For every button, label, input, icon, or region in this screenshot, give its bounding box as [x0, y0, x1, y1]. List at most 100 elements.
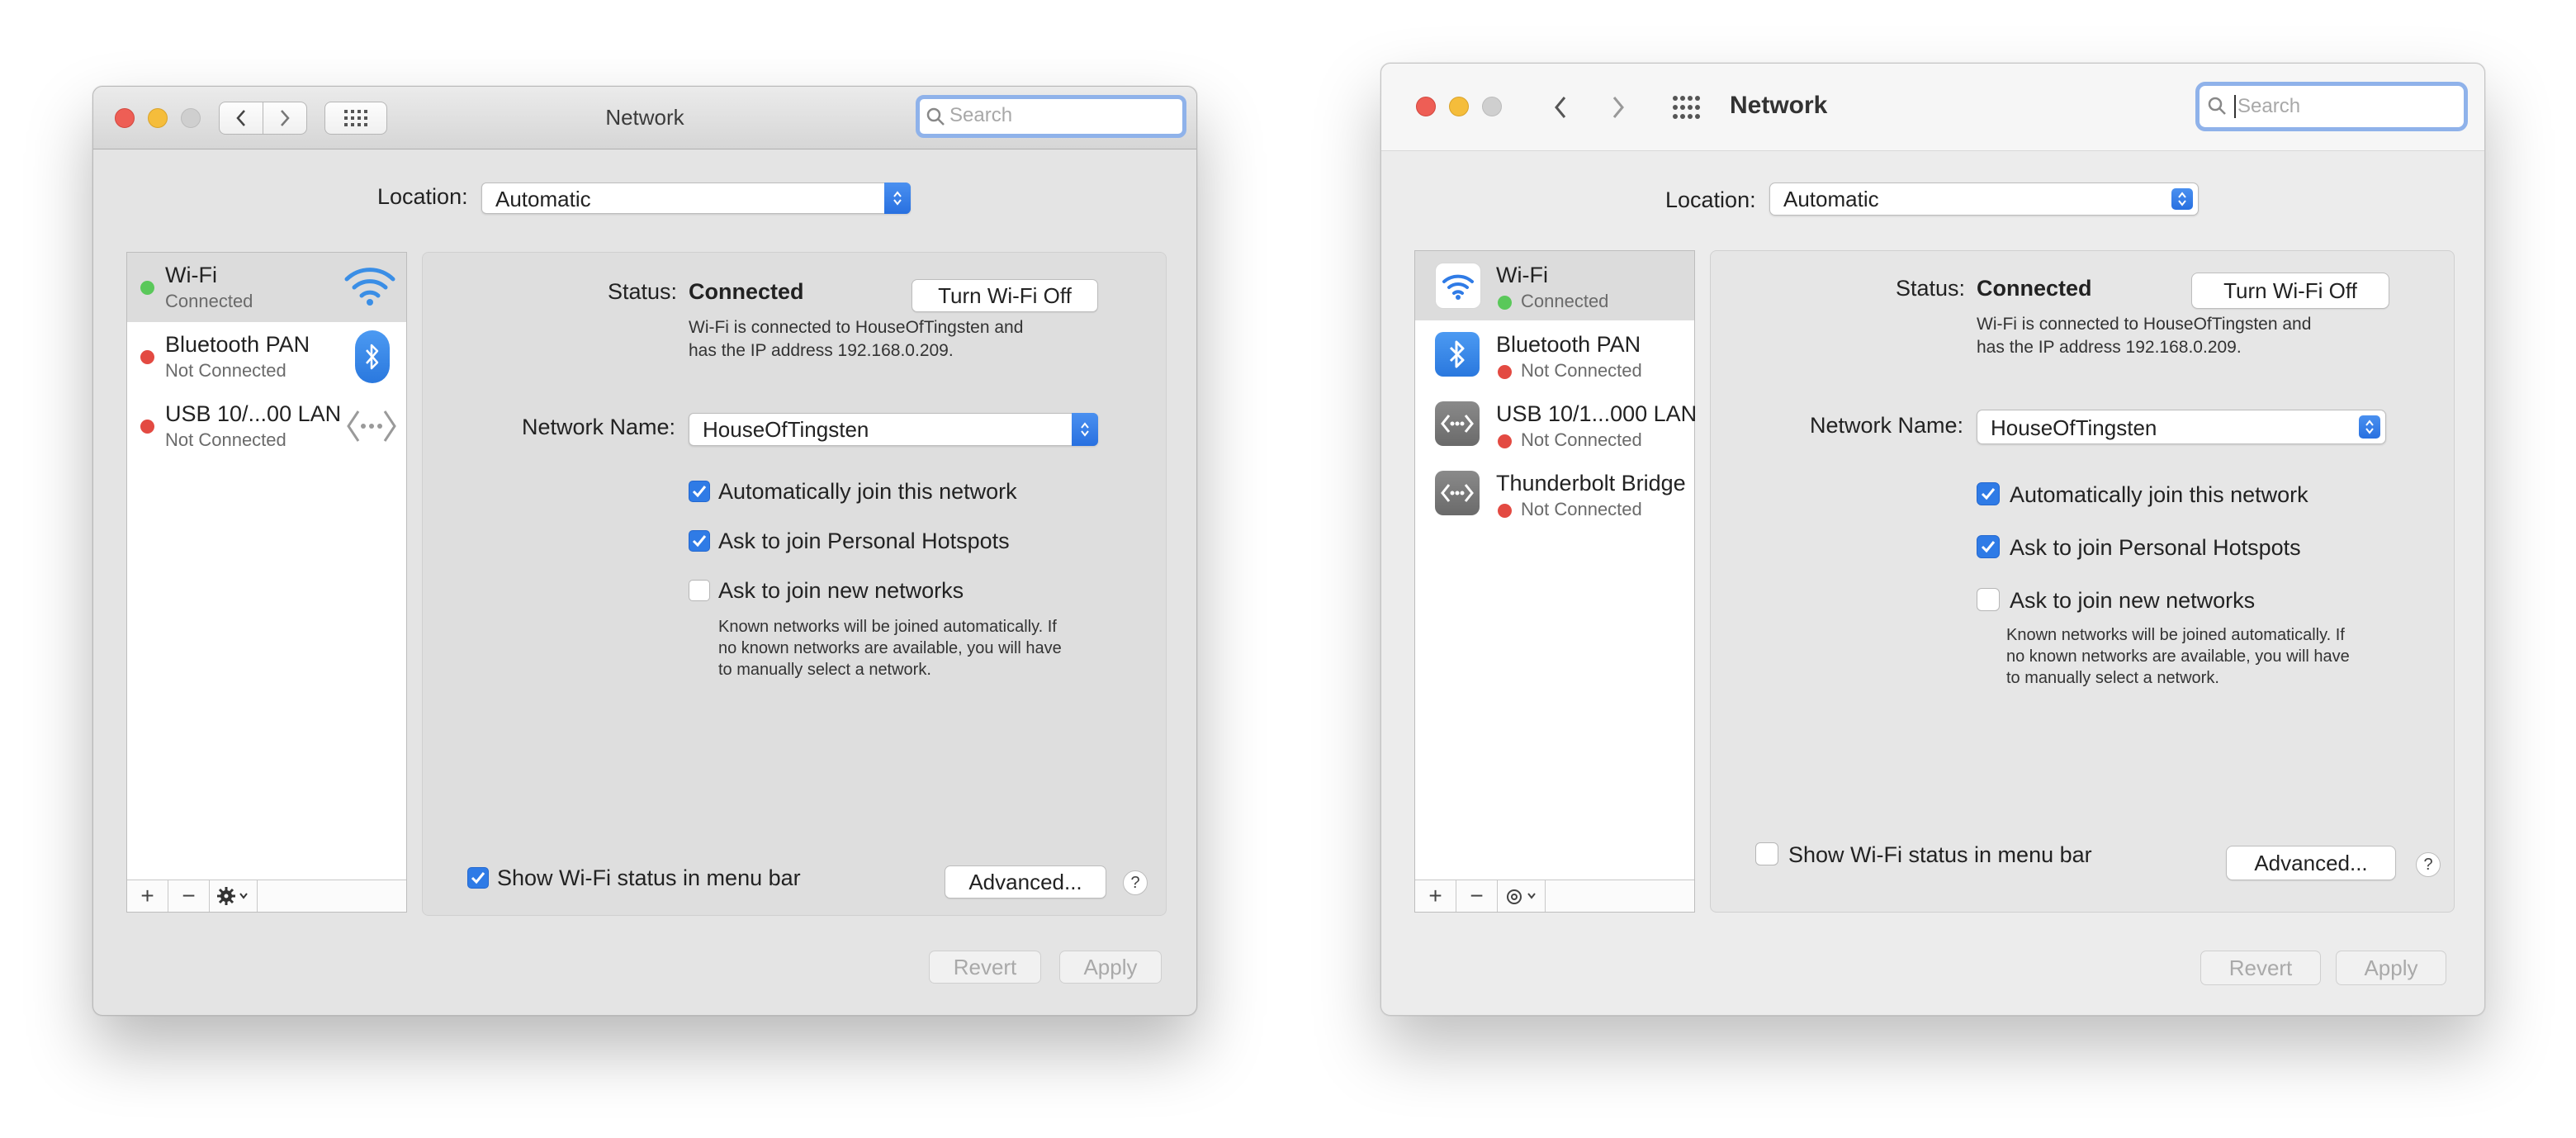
- known-networks-note-2: no known networks are available, you wil…: [718, 639, 1062, 657]
- network-name-popup[interactable]: HouseOfTingsten: [689, 413, 1098, 446]
- location-value: Automatic: [495, 187, 591, 211]
- show-status-checkbox[interactable]: [1755, 842, 1778, 865]
- turn-wifi-off-button[interactable]: Turn Wi-Fi Off: [912, 279, 1098, 312]
- revert-button[interactable]: Revert: [929, 951, 1041, 984]
- add-service-button[interactable]: +: [127, 880, 168, 912]
- service-name: USB 10/...00 LAN: [165, 401, 342, 426]
- show-status-checkbox[interactable]: [467, 867, 489, 889]
- forward-button[interactable]: [1601, 90, 1636, 125]
- service-usb-lan[interactable]: USB 10/1...000 LAN Not Connected: [1415, 390, 1698, 459]
- remove-service-button[interactable]: −: [168, 880, 210, 912]
- service-bluetooth-pan[interactable]: Bluetooth PAN Not Connected: [1415, 320, 1694, 390]
- known-networks-note-3: to manually select a network.: [2006, 669, 2219, 687]
- status-value: Connected: [689, 279, 804, 304]
- service-name: USB 10/1...000 LAN: [1496, 401, 1698, 426]
- service-thunderbolt-bridge[interactable]: Thunderbolt Bridge Not Connected: [1415, 459, 1694, 529]
- status-description-line1: Wi-Fi is connected to HouseOfTingsten an…: [1977, 315, 2312, 334]
- advanced-button[interactable]: Advanced...: [945, 865, 1106, 899]
- turn-wifi-off-button[interactable]: Turn Wi-Fi Off: [2191, 273, 2389, 309]
- personal-hotspots-checkbox[interactable]: [1977, 535, 2000, 558]
- known-networks-note-1: Known networks will be joined automatica…: [718, 618, 1057, 636]
- status-dot: [1498, 296, 1512, 310]
- service-wifi[interactable]: Wi-Fi Connected: [127, 253, 406, 322]
- titlebar: Network Search: [1381, 64, 2484, 151]
- window-title: Network: [1730, 92, 1828, 119]
- revert-button[interactable]: Revert: [2200, 951, 2321, 985]
- status-label: Status:: [1896, 276, 1966, 301]
- checkmark-icon: [692, 535, 707, 548]
- service-name: Bluetooth PAN: [1496, 332, 1641, 357]
- service-list: Wi-Fi Connected Bluetooth PAN Not Connec…: [1414, 250, 1698, 913]
- remove-service-button[interactable]: −: [1456, 880, 1498, 912]
- close-button[interactable]: [1416, 97, 1436, 116]
- location-popup[interactable]: Automatic: [481, 183, 911, 214]
- network-name-value: HouseOfTingsten: [703, 417, 869, 442]
- action-menu-button[interactable]: [1498, 880, 1546, 912]
- new-networks-checkbox[interactable]: [1977, 588, 2000, 611]
- service-name: Thunderbolt Bridge: [1496, 471, 1686, 496]
- new-networks-label: Ask to join new networks: [2010, 588, 2256, 613]
- status-dot: [140, 420, 154, 434]
- wifi-icon: [1435, 263, 1481, 309]
- gear-icon: [1506, 889, 1536, 904]
- show-all-button[interactable]: [1669, 90, 1703, 125]
- popup-stepper-icon: [1072, 413, 1098, 446]
- back-button[interactable]: [1543, 90, 1578, 125]
- apply-button[interactable]: Apply: [1059, 951, 1162, 984]
- thunderbolt-bridge-icon: [1435, 471, 1480, 515]
- service-usb-lan[interactable]: USB 10/...00 LAN Not Connected: [127, 391, 406, 461]
- known-networks-note-1: Known networks will be joined automatica…: [2006, 626, 2345, 644]
- new-networks-label: Ask to join new networks: [718, 578, 964, 603]
- search-icon: [926, 107, 945, 126]
- status-description-line2: has the IP address 192.168.0.209.: [689, 341, 954, 360]
- network-name-label: Network Name:: [1810, 413, 1964, 438]
- checkmark-icon: [1981, 541, 1996, 553]
- search-field[interactable]: Search: [2195, 82, 2468, 131]
- search-placeholder: Search: [2234, 95, 2300, 118]
- new-networks-checkbox[interactable]: [689, 580, 710, 601]
- action-menu-button[interactable]: [210, 880, 258, 912]
- search-placeholder: Search: [949, 104, 1013, 126]
- detail-panel: Status: Connected Turn Wi-Fi Off Wi-Fi i…: [1710, 250, 2455, 913]
- auto-join-checkbox[interactable]: [689, 481, 710, 502]
- add-service-button[interactable]: +: [1415, 880, 1456, 912]
- status-label: Status:: [608, 279, 678, 304]
- network-window-old: Network Search Location: Automatic Wi-Fi…: [92, 86, 1197, 1016]
- service-status: Connected: [165, 291, 253, 311]
- service-wifi[interactable]: Wi-Fi Connected: [1415, 251, 1694, 320]
- ethernet-icon: [1435, 401, 1480, 446]
- personal-hotspots-checkbox[interactable]: [689, 530, 710, 552]
- service-list-toolbar: + −: [1415, 880, 1694, 912]
- network-name-popup[interactable]: HouseOfTingsten: [1977, 410, 2386, 444]
- status-dot: [1498, 365, 1512, 379]
- advanced-button[interactable]: Advanced...: [2226, 846, 2396, 880]
- search-field[interactable]: Search: [916, 95, 1186, 138]
- service-status: Not Connected: [1521, 429, 1642, 450]
- personal-hotspots-label: Ask to join Personal Hotspots: [718, 529, 1010, 553]
- known-networks-note-2: no known networks are available, you wil…: [2006, 647, 2350, 666]
- show-status-label: Show Wi-Fi status in menu bar: [497, 865, 801, 890]
- status-dot: [1498, 434, 1512, 448]
- zoom-button[interactable]: [1482, 97, 1502, 116]
- wifi-icon: [344, 268, 395, 306]
- auto-join-checkbox[interactable]: [1977, 482, 2000, 505]
- bluetooth-icon: [355, 330, 390, 383]
- auto-join-label: Automatically join this network: [718, 479, 1017, 504]
- location-label: Location:: [1665, 187, 1756, 212]
- service-bluetooth-pan[interactable]: Bluetooth PAN Not Connected: [127, 322, 406, 391]
- status-dot: [1498, 504, 1512, 518]
- personal-hotspots-label: Ask to join Personal Hotspots: [2010, 535, 2301, 560]
- chevron-left-icon: [1555, 97, 1566, 118]
- service-status: Not Connected: [165, 429, 286, 450]
- status-value: Connected: [1977, 276, 2092, 301]
- minimize-button[interactable]: [1449, 97, 1469, 116]
- help-button[interactable]: ?: [2416, 852, 2441, 877]
- service-status: Connected: [1521, 291, 1609, 311]
- status-description-line2: has the IP address 192.168.0.209.: [1977, 338, 2242, 357]
- location-popup[interactable]: Automatic: [1769, 183, 2199, 216]
- service-status: Not Connected: [165, 360, 286, 381]
- popup-stepper-icon: [2171, 188, 2193, 210]
- help-button[interactable]: ?: [1123, 870, 1148, 895]
- apply-button[interactable]: Apply: [2336, 951, 2446, 985]
- service-status: Not Connected: [1521, 360, 1642, 381]
